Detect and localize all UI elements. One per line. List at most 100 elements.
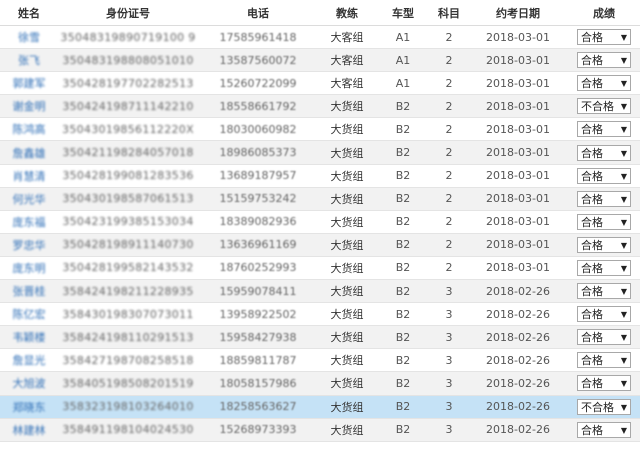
result-select[interactable]: 合格 ▼	[577, 236, 631, 253]
table-row[interactable]: 陈鸿高 35043019856112220X 18030060982 大货组 B2 2 20…	[0, 117, 640, 142]
student-name-link[interactable]: 林建林	[0, 418, 58, 442]
student-name-link[interactable]: 詹显光	[0, 348, 58, 373]
coach-cell: 大货组	[318, 325, 376, 350]
phone-cell: 17585961418	[198, 25, 318, 50]
student-name-link[interactable]: 大旭波	[0, 371, 58, 396]
id-number-cell: 35048319890719100 9	[58, 25, 198, 50]
header-name[interactable]: 姓名	[0, 0, 58, 26]
result-select[interactable]: 合格 ▼	[577, 29, 631, 46]
table-row[interactable]: 陈亿宏 358430198307073011 13958922502 大货组 B2 3 20…	[0, 302, 640, 327]
table-row[interactable]: 张飞 350483198808051010 13587560072 大客组 A1 2 201…	[0, 48, 640, 73]
id-number-cell: 358424198211228935	[58, 279, 198, 304]
result-select[interactable]: 合格 ▼	[577, 259, 631, 276]
table-row[interactable]: 张晋桂 358424198211228935 15959078411 大货组 B2 3 20…	[0, 279, 640, 304]
car-type-cell: B2	[376, 210, 430, 234]
student-name-link[interactable]: 郑晓东	[0, 395, 58, 419]
result-select[interactable]: 不合格 ▼	[577, 98, 631, 115]
student-name-link[interactable]: 罗忠华	[0, 233, 58, 257]
exam-date-cell: 2018-03-01	[468, 140, 568, 165]
result-select[interactable]: 合格 ▼	[577, 421, 631, 438]
coach-cell: 大货组	[318, 140, 376, 165]
student-name-link[interactable]: 庞东福	[0, 210, 58, 234]
result-select[interactable]: 合格 ▼	[577, 121, 631, 138]
student-name-link[interactable]: 徐雪	[0, 25, 58, 50]
table-row[interactable]: 林建林 358491198104024530 15268973393 大货组 B2 3 20…	[0, 418, 640, 442]
exam-date-cell: 2018-02-26	[468, 279, 568, 304]
header-coach[interactable]: 教练	[318, 0, 376, 26]
table-row[interactable]: 肖慧清 350428199081283536 13689187957 大货组 B2 2 20…	[0, 164, 640, 188]
result-select[interactable]: 合格 ▼	[577, 52, 631, 69]
student-name-link[interactable]: 陈鸿高	[0, 117, 58, 142]
car-type-cell: B2	[376, 94, 430, 119]
result-select[interactable]: 合格 ▼	[577, 144, 631, 161]
coach-cell: 大货组	[318, 302, 376, 327]
result-select[interactable]: 不合格 ▼	[577, 398, 631, 415]
phone-cell: 15159753242	[198, 187, 318, 211]
student-name-link[interactable]: 谢金明	[0, 94, 58, 119]
result-cell: 合格 ▼	[568, 48, 640, 73]
student-name-link[interactable]: 张晋桂	[0, 279, 58, 304]
student-name-link[interactable]: 陈亿宏	[0, 302, 58, 327]
coach-cell: 大货组	[318, 94, 376, 119]
header-exam-date[interactable]: 约考日期	[468, 0, 568, 26]
chevron-down-icon: ▼	[620, 263, 627, 273]
table-row[interactable]: 庞东福 350423199385153034 18389082936 大货组 B2 2 20…	[0, 210, 640, 234]
car-type-cell: B2	[376, 187, 430, 211]
header-car-type[interactable]: 车型	[376, 0, 430, 26]
student-name-link[interactable]: 张飞	[0, 48, 58, 73]
exam-date-cell: 2018-03-01	[468, 187, 568, 211]
result-select[interactable]: 合格 ▼	[577, 352, 631, 369]
exam-date-cell: 2018-03-01	[468, 233, 568, 257]
header-phone[interactable]: 电话	[198, 0, 318, 26]
result-select[interactable]: 合格 ▼	[577, 213, 631, 230]
result-select-value: 合格	[581, 238, 603, 252]
subject-cell: 3	[430, 302, 468, 327]
result-select[interactable]: 合格 ▼	[577, 283, 631, 300]
result-cell: 合格 ▼	[568, 233, 640, 257]
subject-cell: 2	[430, 48, 468, 73]
result-select[interactable]: 合格 ▼	[577, 306, 631, 323]
coach-cell: 大货组	[318, 117, 376, 142]
table-row[interactable]: 罗忠华 350428198911140730 13636961169 大货组 B2 2 20…	[0, 233, 640, 257]
result-select[interactable]: 合格 ▼	[577, 375, 631, 392]
phone-cell: 15958427938	[198, 325, 318, 350]
phone-cell: 18389082936	[198, 210, 318, 234]
header-id-number[interactable]: 身份证号	[58, 0, 198, 26]
result-cell: 合格 ▼	[568, 256, 640, 281]
result-cell: 合格 ▼	[568, 279, 640, 304]
student-name-link[interactable]: 肖慧清	[0, 164, 58, 188]
table-row[interactable]: 詹显光 358427198708258518 18859811787 大货组 B2 3 20…	[0, 348, 640, 373]
coach-cell: 大客组	[318, 71, 376, 96]
table-row[interactable]: 郑晓东 358323198103264010 18258563627 大货组 B2 3 20…	[0, 395, 640, 419]
result-select[interactable]: 合格 ▼	[577, 190, 631, 207]
student-name-link[interactable]: 郭建军	[0, 71, 58, 96]
result-select[interactable]: 合格 ▼	[577, 329, 631, 346]
coach-cell: 大客组	[318, 25, 376, 50]
table-row[interactable]: 詹鑫雄 350421198284057018 18986085373 大货组 B2 2 20…	[0, 140, 640, 165]
table-row[interactable]: 大旭波 358405198508201519 18058157986 大货组 B2 3 20…	[0, 371, 640, 396]
exam-date-cell: 2018-03-01	[468, 256, 568, 281]
car-type-cell: A1	[376, 25, 430, 50]
id-number-cell: 350483198808051010	[58, 48, 198, 73]
student-name-link[interactable]: 庞东明	[0, 256, 58, 281]
table-row[interactable]: 徐雪 35048319890719100 9 17585961418 大客组 A1 2 20…	[0, 25, 640, 50]
phone-cell: 18030060982	[198, 117, 318, 142]
student-name-link[interactable]: 詹鑫雄	[0, 140, 58, 165]
result-select[interactable]: 合格 ▼	[577, 167, 631, 184]
table-row[interactable]: 郭建军 350428197702282513 15260722099 大客组 A1 2 20…	[0, 71, 640, 96]
result-cell: 合格 ▼	[568, 187, 640, 211]
result-select-value: 合格	[581, 331, 603, 345]
student-name-link[interactable]: 韦颖楼	[0, 325, 58, 350]
table-row[interactable]: 韦颖楼 358424198110291513 15958427938 大货组 B2 3 20…	[0, 325, 640, 350]
car-type-cell: B2	[376, 418, 430, 442]
result-cell: 合格 ▼	[568, 71, 640, 96]
table-row[interactable]: 谢金明 350424198711142210 18558661792 大货组 B2 2 20…	[0, 94, 640, 119]
header-result[interactable]: 成绩	[568, 0, 640, 26]
table-row[interactable]: 何光华 350430198587061513 15159753242 大货组 B2 2 20…	[0, 187, 640, 211]
student-name-link[interactable]: 何光华	[0, 187, 58, 211]
header-subject[interactable]: 科目	[430, 0, 468, 26]
result-select[interactable]: 合格 ▼	[577, 75, 631, 92]
exam-date-cell: 2018-02-26	[468, 371, 568, 396]
result-select-value: 合格	[581, 54, 603, 68]
table-row[interactable]: 庞东明 350428199582143532 18760252993 大货组 B2 2 20…	[0, 256, 640, 281]
